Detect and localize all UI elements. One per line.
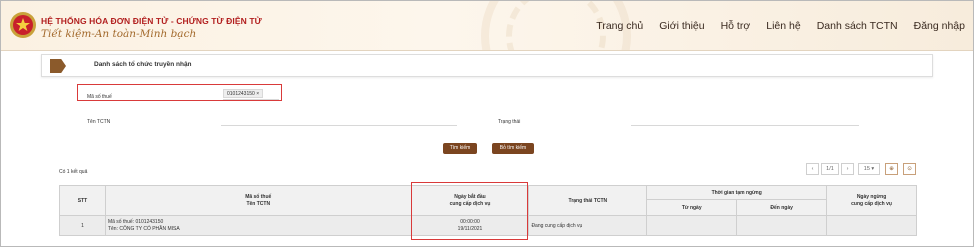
col-pause-to: Đến ngày xyxy=(736,199,828,216)
export-icon[interactable]: ⊕ xyxy=(885,163,898,175)
prev-page-icon[interactable]: ‹ xyxy=(806,163,819,175)
search-button[interactable]: Tìm kiếm xyxy=(443,143,477,154)
col-stop-line2: cung cấp dịch vụ xyxy=(851,200,892,207)
page-frame: HỆ THỐNG HÓA ĐƠN ĐIỆN TỬ - CHỨNG TỪ ĐIỆN… xyxy=(0,0,974,247)
cell-pause-to xyxy=(736,215,828,236)
site-header: HỆ THỐNG HÓA ĐƠN ĐIỆN TỬ - CHỨNG TỪ ĐIỆN… xyxy=(1,1,973,51)
result-count: Có 1 kết quả xyxy=(59,169,88,175)
site-slogan: Tiết kiệm-An toàn-Minh bạch xyxy=(41,28,197,40)
header-decoration-inner xyxy=(506,1,606,50)
cell-tax: Mã số thuế: 0101243150 xyxy=(107,218,164,225)
col-stop-date: Ngày ngừng cung cấp dịch vụ xyxy=(826,185,917,216)
site-title[interactable]: HỆ THỐNG HÓA ĐƠN ĐIỆN TỬ - CHỨNG TỪ ĐIỆN… xyxy=(41,16,262,26)
tag-remove-icon[interactable]: × xyxy=(256,91,259,97)
col-stop-line1: Ngày ngừng xyxy=(856,193,887,200)
col-tax-line1: Mã số thuế xyxy=(245,193,272,200)
col-tax-name: Mã số thuế Tên TCTN xyxy=(104,185,412,216)
tctn-name-input[interactable] xyxy=(221,125,457,126)
col-pause-from: Từ ngày xyxy=(646,199,738,216)
status-select[interactable] xyxy=(631,125,859,126)
nav-contact[interactable]: Liên hệ xyxy=(766,20,800,32)
cell-tax-name: Mã số thuế: 0101243150 Tên: CÔNG TY CỔ P… xyxy=(104,215,412,236)
settings-icon[interactable]: ⊙ xyxy=(903,163,916,175)
nav-home[interactable]: Trang chủ xyxy=(596,20,643,32)
status-label: Trạng thái xyxy=(498,119,521,125)
section-header: Danh sách tổ chức truyền nhận xyxy=(41,54,933,77)
section-title: Danh sách tổ chức truyền nhận xyxy=(94,61,192,68)
col-status: Trạng thái TCTN xyxy=(528,185,648,216)
col-stt: STT xyxy=(59,185,106,216)
start-date-highlight xyxy=(411,182,528,240)
tctn-name-label: Tên TCTN xyxy=(87,119,111,125)
tax-code-label: Mã số thuế xyxy=(87,94,112,100)
cell-pause-from xyxy=(646,215,738,236)
cell-stop xyxy=(826,215,917,236)
tax-code-tag[interactable]: 0101243150 × xyxy=(223,89,264,98)
cell-status: Đang cung cấp dịch vụ xyxy=(528,215,648,236)
nav-login[interactable]: Đăng nhập xyxy=(914,20,965,32)
nav-about[interactable]: Giới thiệu xyxy=(659,20,704,32)
page-indicator: 1/1 xyxy=(821,163,839,175)
page-size-select[interactable]: 15 ▾ xyxy=(858,163,880,175)
tax-code-underline xyxy=(223,99,279,100)
tax-code-value: 0101243150 xyxy=(227,91,255,97)
clear-search-button[interactable]: Bỏ tìm kiếm xyxy=(492,143,534,154)
emblem-logo-icon[interactable] xyxy=(9,10,37,40)
main-nav: Trang chủ Giới thiệu Hỗ trợ Liên hệ Danh… xyxy=(596,20,965,32)
cell-name: Tên: CÔNG TY CỔ PHẦN MISA xyxy=(107,225,180,232)
col-tax-line2: Tên TCTN xyxy=(246,200,271,207)
cell-stt: 1 xyxy=(59,215,106,236)
flag-icon xyxy=(50,59,66,73)
nav-support[interactable]: Hỗ trợ xyxy=(721,20,751,32)
next-page-icon[interactable]: › xyxy=(841,163,854,175)
col-pause: Thời gian tạm ngừng xyxy=(646,185,828,200)
nav-tctn-list[interactable]: Danh sách TCTN xyxy=(817,20,898,32)
